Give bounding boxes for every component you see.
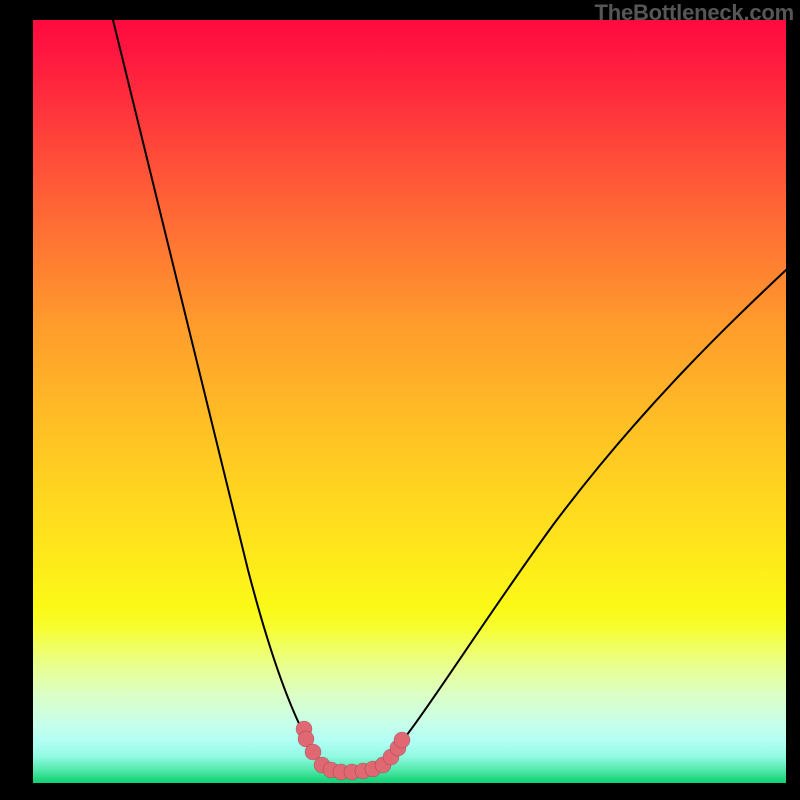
curve-left-branch (113, 20, 324, 766)
chart-plot-area (33, 20, 786, 783)
curve-right-branch (380, 270, 786, 767)
bottleneck-curve (33, 20, 786, 783)
curve-markers (296, 721, 410, 780)
watermark-text: TheBottleneck.com (594, 0, 794, 26)
